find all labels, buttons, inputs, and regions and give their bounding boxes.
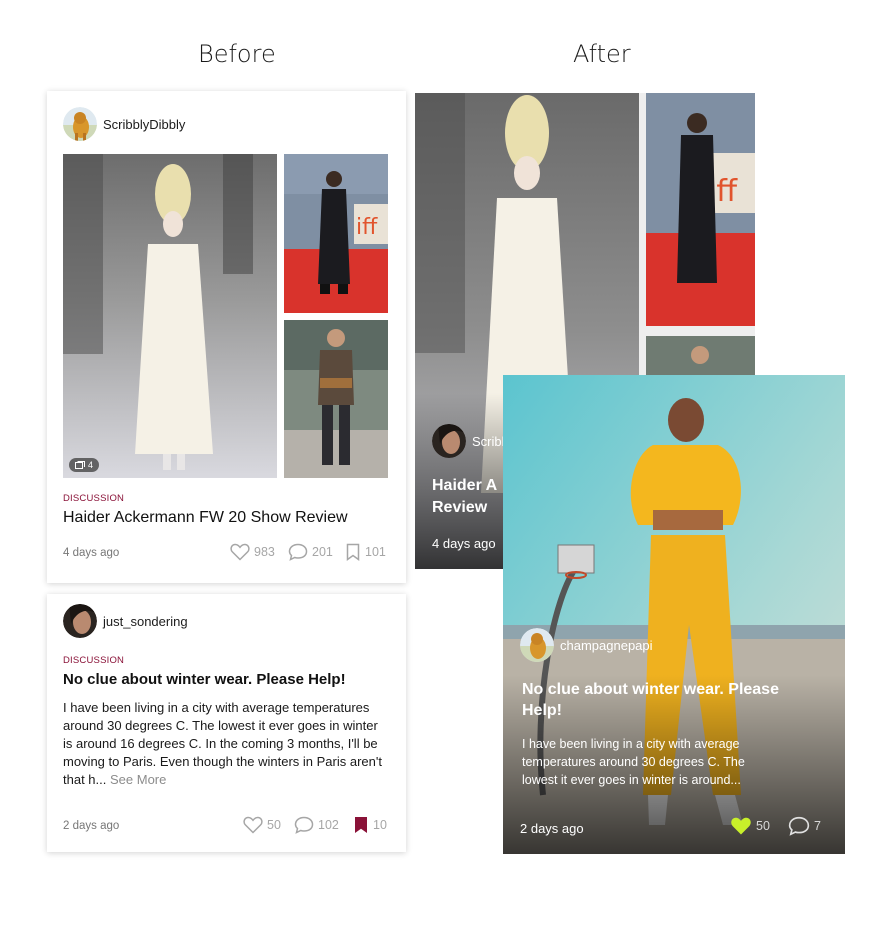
bookmark-icon bbox=[346, 543, 360, 561]
like-count: 50 bbox=[756, 819, 770, 833]
avatar[interactable] bbox=[63, 604, 97, 638]
see-more-link[interactable]: See More bbox=[110, 772, 166, 787]
comment-count: 201 bbox=[312, 545, 333, 559]
red-carpet-photo: iff bbox=[284, 154, 388, 313]
post-title[interactable]: No clue about winter wear. Please Help! bbox=[63, 671, 346, 688]
image-count: 4 bbox=[88, 460, 94, 470]
post-title-line-2: Review bbox=[432, 499, 488, 516]
heart-icon bbox=[243, 816, 263, 834]
svg-text:iff: iff bbox=[356, 215, 378, 240]
post-author[interactable]: ScribblyDibbly bbox=[63, 107, 185, 141]
runway-photo bbox=[63, 154, 277, 478]
like-button[interactable]: 983 bbox=[230, 543, 275, 561]
username[interactable]: just_sondering bbox=[103, 614, 188, 629]
post-title-line-1: Haider A bbox=[432, 477, 498, 494]
comment-icon bbox=[788, 816, 810, 836]
post-excerpt: I have been living in a city with averag… bbox=[63, 699, 383, 789]
like-count: 50 bbox=[267, 818, 281, 832]
bookmark-filled-icon bbox=[355, 817, 367, 833]
post-title[interactable]: Haider A Review bbox=[432, 475, 497, 519]
like-count: 983 bbox=[254, 545, 275, 559]
post-title[interactable]: No clue about winter wear. Please Help! bbox=[522, 679, 782, 721]
save-button[interactable]: 101 bbox=[345, 543, 386, 561]
before-post-card-2[interactable]: just_sondering DISCUSSION No clue about … bbox=[47, 594, 406, 852]
post-tag[interactable]: DISCUSSION bbox=[63, 655, 124, 666]
after-heading: After bbox=[573, 40, 631, 68]
post-image-2[interactable]: iff bbox=[284, 154, 388, 313]
street-style-photo bbox=[284, 320, 388, 478]
save-count: 101 bbox=[365, 545, 386, 559]
comment-icon bbox=[288, 543, 308, 561]
heart-filled-icon bbox=[731, 817, 751, 835]
post-date: 4 days ago bbox=[432, 536, 496, 551]
post-author[interactable]: just_sondering bbox=[63, 604, 188, 638]
post-image-3[interactable] bbox=[284, 320, 388, 478]
post-excerpt: I have been living in a city with averag… bbox=[522, 737, 745, 787]
post-date: 2 days ago bbox=[63, 820, 120, 832]
comment-button[interactable]: 201 bbox=[288, 543, 333, 561]
before-post-card-1[interactable]: ScribblyDibbly 4 iff DISCUSSION Haider A… bbox=[47, 91, 406, 583]
post-author[interactable]: Scribb bbox=[432, 424, 509, 458]
comment-icon bbox=[294, 816, 314, 834]
images-icon bbox=[75, 461, 85, 469]
post-date: 4 days ago bbox=[63, 547, 120, 559]
heart-icon bbox=[230, 543, 250, 561]
avatar[interactable] bbox=[63, 107, 97, 141]
avatar[interactable] bbox=[432, 424, 466, 458]
username[interactable]: ScribblyDibbly bbox=[103, 117, 185, 132]
save-count: 10 bbox=[373, 818, 387, 832]
username[interactable]: champagnepapi bbox=[560, 638, 653, 653]
comment-count: 7 bbox=[814, 819, 821, 833]
comment-button[interactable]: 7 bbox=[788, 816, 821, 836]
like-button[interactable]: 50 bbox=[730, 816, 770, 836]
post-date: 2 days ago bbox=[520, 821, 584, 836]
comment-count: 102 bbox=[318, 818, 339, 832]
before-heading: Before bbox=[198, 40, 276, 68]
post-tag[interactable]: DISCUSSION bbox=[63, 493, 124, 504]
image-count-badge: 4 bbox=[69, 458, 100, 472]
save-button[interactable]: 10 bbox=[353, 816, 387, 834]
avatar[interactable] bbox=[520, 628, 554, 662]
post-image-main[interactable]: 4 bbox=[63, 154, 277, 478]
like-button[interactable]: 50 bbox=[243, 816, 281, 834]
post-author[interactable]: champagnepapi bbox=[520, 628, 653, 662]
after-post-card-2[interactable]: champagnepapi No clue about winter wear.… bbox=[503, 375, 845, 854]
post-title[interactable]: Haider Ackermann FW 20 Show Review bbox=[63, 509, 348, 527]
comment-button[interactable]: 102 bbox=[294, 816, 339, 834]
